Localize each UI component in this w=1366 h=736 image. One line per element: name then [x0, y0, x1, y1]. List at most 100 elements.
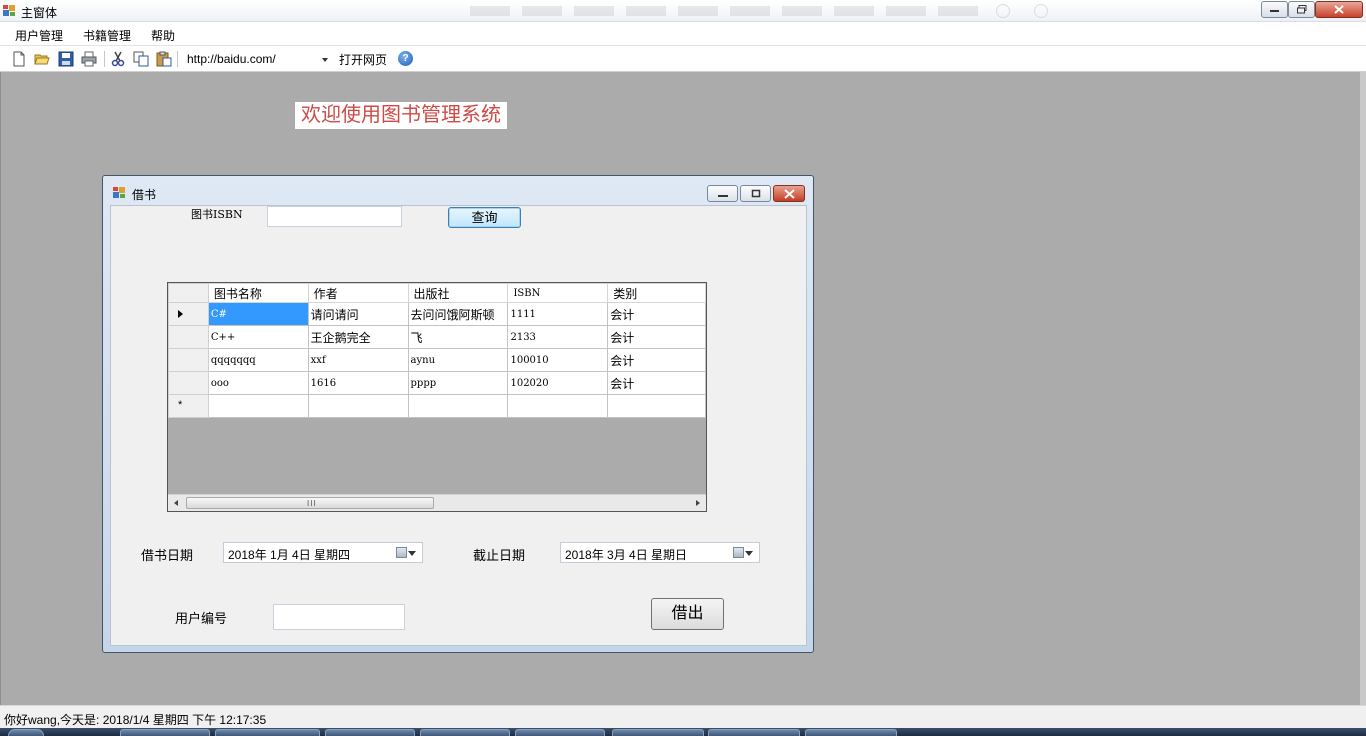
- cut-icon[interactable]: [110, 51, 126, 67]
- cell-empty[interactable]: [407, 394, 509, 418]
- cell-author[interactable]: 1616: [307, 371, 409, 395]
- grid-header-row: 图书名称 作者 出版社 ISBN 类别: [168, 283, 706, 303]
- new-row[interactable]: *: [168, 394, 706, 418]
- table-row[interactable]: qqqqqqq xxf aynu 100010 会计: [168, 348, 706, 372]
- books-data-grid[interactable]: 图书名称 作者 出版社 ISBN 类别 C# 请问请问 去问问饿阿斯顿 1111: [167, 282, 707, 512]
- cell-author[interactable]: xxf: [307, 348, 409, 372]
- cell-category[interactable]: 会计: [607, 325, 706, 349]
- cell-author[interactable]: 王企鹅完全: [307, 325, 409, 349]
- url-combobox[interactable]: http://baidu.com/: [181, 49, 333, 69]
- cell-category[interactable]: 会计: [607, 302, 706, 326]
- cell-book-name[interactable]: C++: [207, 325, 309, 349]
- cell-author[interactable]: 请问请问: [307, 302, 409, 326]
- row-header[interactable]: [168, 371, 209, 395]
- close-button[interactable]: [1315, 1, 1363, 18]
- cell-category[interactable]: 会计: [607, 348, 706, 372]
- child-window-title: 借书: [132, 188, 157, 202]
- table-row[interactable]: ooo 1616 pppp 102020 会计: [168, 371, 706, 395]
- row-header[interactable]: [168, 348, 209, 372]
- grid-corner-header: [168, 283, 209, 303]
- paste-icon[interactable]: [156, 51, 172, 67]
- cell-empty[interactable]: [307, 394, 409, 418]
- menu-user-management[interactable]: 用户管理: [15, 27, 63, 44]
- minimize-icon: [1270, 9, 1279, 12]
- scroll-right-icon[interactable]: [696, 500, 700, 506]
- menu-help[interactable]: 帮助: [151, 27, 175, 44]
- isbn-input[interactable]: [267, 206, 402, 227]
- background-window-shadow: [470, 6, 990, 16]
- calendar-icon[interactable]: [733, 547, 744, 558]
- toolbar-separator: [177, 51, 178, 67]
- borrow-date-label: 借书日期: [141, 548, 194, 563]
- status-text: 你好wang,今天是: 2018/1/4 星期四 下午 12:17:35: [4, 713, 267, 727]
- chevron-down-icon[interactable]: [322, 58, 328, 62]
- column-header-isbn[interactable]: ISBN: [507, 283, 609, 303]
- open-web-button[interactable]: 打开网页: [339, 51, 387, 68]
- column-header-publisher[interactable]: 出版社: [407, 283, 509, 303]
- mdi-edge: [1360, 72, 1366, 705]
- cell-publisher[interactable]: pppp: [407, 371, 509, 395]
- borrow-button[interactable]: 借出: [651, 598, 724, 630]
- cell-isbn[interactable]: 102020: [507, 371, 609, 395]
- print-icon[interactable]: [81, 51, 97, 67]
- grip-icon: III: [307, 499, 317, 508]
- user-id-input[interactable]: [273, 604, 405, 630]
- cell-empty[interactable]: [607, 394, 706, 418]
- cell-book-name[interactable]: C#: [207, 302, 309, 326]
- borrow-date-picker[interactable]: 2018年 1月 4日 星期四: [223, 542, 423, 563]
- child-maximize-button[interactable]: [740, 185, 771, 202]
- cell-empty[interactable]: [207, 394, 309, 418]
- chevron-down-icon[interactable]: [745, 551, 753, 556]
- menu-bar: 用户管理 书籍管理 帮助: [0, 22, 1366, 46]
- chevron-down-icon[interactable]: [408, 551, 416, 556]
- start-button[interactable]: [8, 729, 44, 736]
- taskbar-item[interactable]: [708, 729, 800, 736]
- help-icon[interactable]: ?: [398, 51, 413, 66]
- row-header[interactable]: [168, 325, 209, 349]
- column-header-author[interactable]: 作者: [307, 283, 409, 303]
- query-button[interactable]: 查询: [448, 207, 521, 228]
- child-minimize-button[interactable]: [707, 185, 738, 202]
- taskbar-item[interactable]: [120, 729, 210, 736]
- cell-publisher[interactable]: aynu: [407, 348, 509, 372]
- cell-empty[interactable]: [507, 394, 609, 418]
- horizontal-scrollbar[interactable]: III: [168, 494, 706, 511]
- copy-icon[interactable]: [133, 51, 149, 67]
- new-icon[interactable]: [11, 51, 27, 67]
- taskbar-item[interactable]: [515, 729, 605, 736]
- maximize-button[interactable]: [1288, 1, 1315, 18]
- table-row[interactable]: C++ 王企鹅完全 飞 2133 会计: [168, 325, 706, 349]
- menu-book-management[interactable]: 书籍管理: [83, 27, 131, 44]
- column-header-book-name[interactable]: 图书名称: [207, 283, 309, 303]
- cell-isbn[interactable]: 1111: [507, 302, 609, 326]
- column-header-category[interactable]: 类别: [607, 283, 706, 303]
- cell-publisher[interactable]: 飞: [407, 325, 509, 349]
- scroll-left-icon[interactable]: [174, 500, 178, 506]
- scrollbar-thumb[interactable]: III: [186, 497, 434, 509]
- child-close-button[interactable]: [773, 185, 805, 202]
- taskbar-item[interactable]: [420, 729, 510, 736]
- app-icon: [3, 5, 15, 16]
- calendar-icon[interactable]: [396, 547, 407, 558]
- open-folder-icon[interactable]: [34, 51, 50, 67]
- taskbar-item[interactable]: [325, 729, 415, 736]
- due-date-label: 截止日期: [473, 548, 526, 563]
- taskbar-item[interactable]: [805, 729, 897, 736]
- cell-isbn[interactable]: 100010: [507, 348, 609, 372]
- cell-book-name[interactable]: ooo: [207, 371, 309, 395]
- save-icon[interactable]: [58, 51, 74, 67]
- minimize-button[interactable]: [1261, 1, 1288, 18]
- taskbar-item[interactable]: [215, 729, 320, 736]
- row-header[interactable]: [168, 302, 209, 326]
- new-row-star-icon: *: [178, 399, 183, 411]
- row-header[interactable]: *: [168, 394, 209, 418]
- toolbar: http://baidu.com/ 打开网页 ?: [0, 46, 1366, 72]
- table-row[interactable]: C# 请问请问 去问问饿阿斯顿 1111 会计: [168, 302, 706, 326]
- cell-isbn[interactable]: 2133: [507, 325, 609, 349]
- borrow-book-window: 借书 图书ISBN 查询 图书名称 作者 出版社 ISBN 类别 C# 请问请问…: [102, 175, 814, 653]
- cell-book-name[interactable]: qqqqqqq: [207, 348, 309, 372]
- cell-publisher[interactable]: 去问问饿阿斯顿: [407, 302, 509, 326]
- due-date-picker[interactable]: 2018年 3月 4日 星期日: [560, 542, 760, 563]
- cell-category[interactable]: 会计: [607, 371, 706, 395]
- taskbar-item[interactable]: [612, 729, 704, 736]
